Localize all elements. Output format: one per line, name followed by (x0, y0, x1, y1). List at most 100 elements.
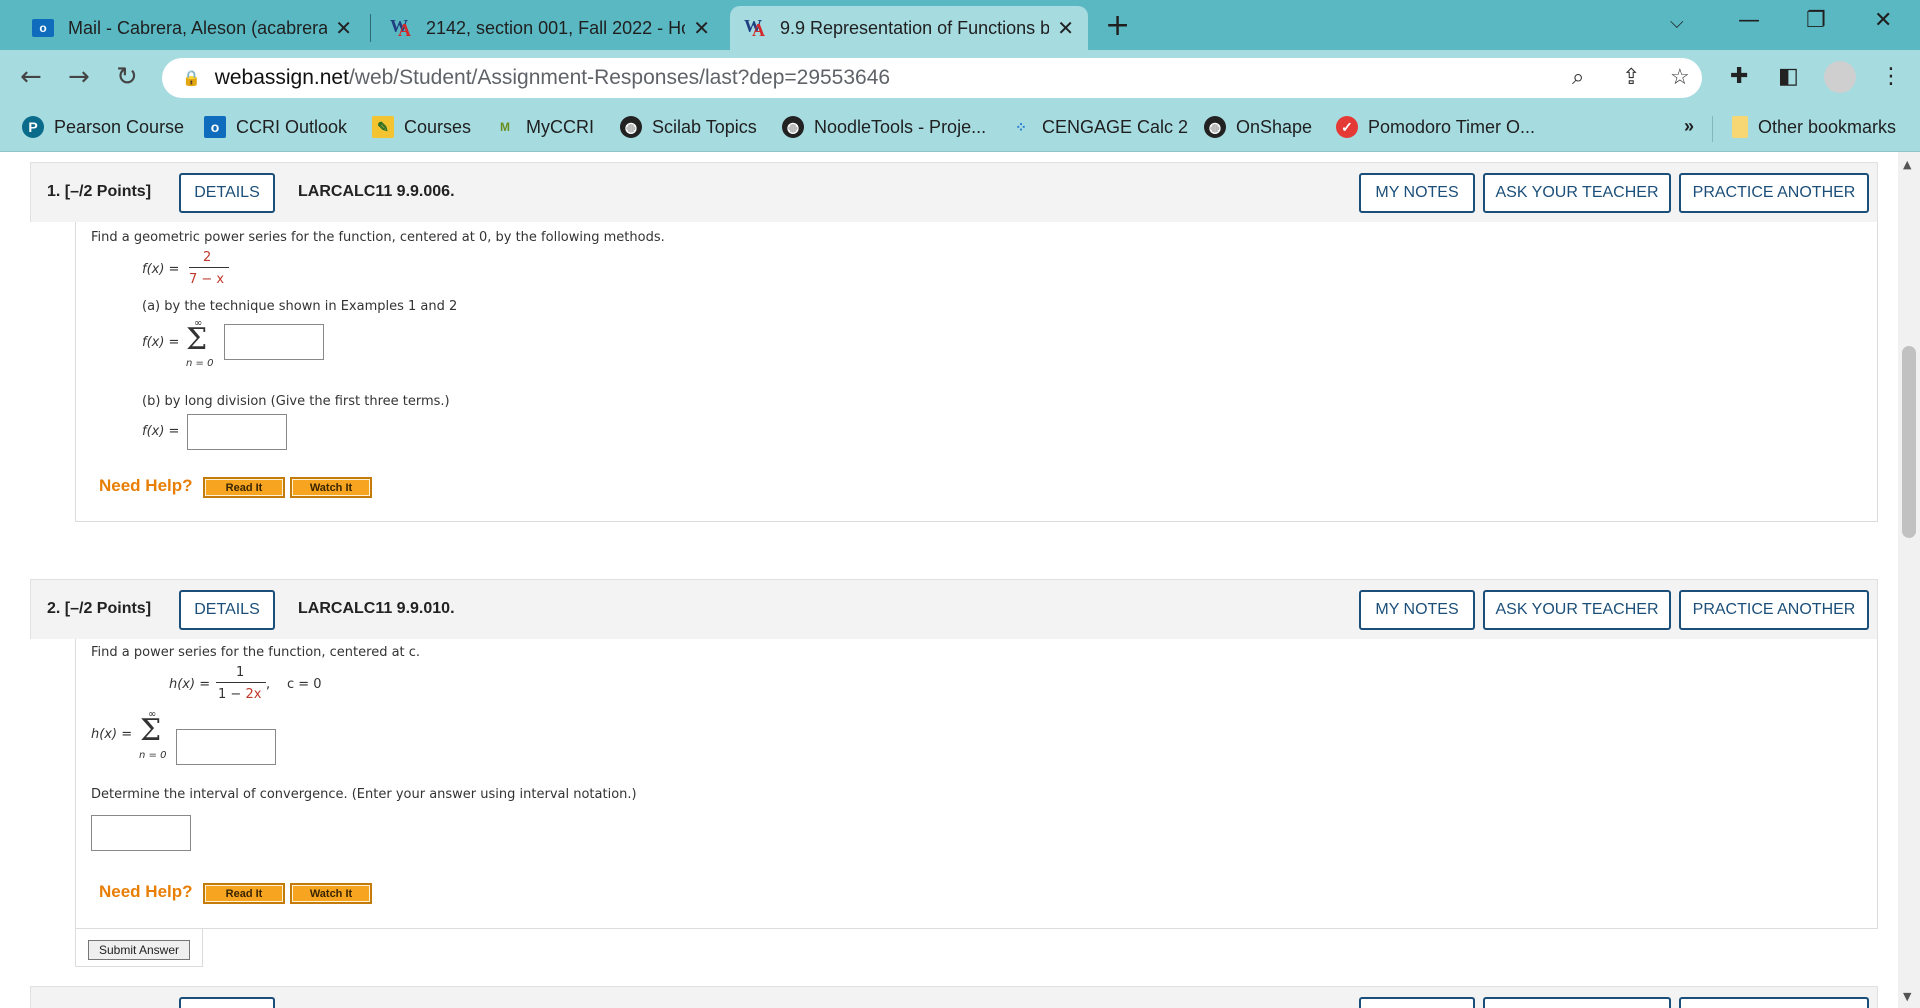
bookmark-cengage[interactable]: ⁘ CENGAGE Calc 2 (1010, 116, 1188, 138)
practice-another-button[interactable]: PRACTICE ANOTHER (1679, 173, 1869, 213)
sigma-symbol: Σ (186, 322, 208, 357)
tab-assignment[interactable]: WA 9.9 Representation of Functions b ✕ (730, 6, 1088, 50)
question-number: 2. [–/2 Points] (47, 600, 152, 617)
back-button[interactable]: ← (20, 62, 42, 92)
globe-icon: ◍ (1204, 116, 1226, 138)
read-it-button[interactable]: Read It (203, 883, 285, 904)
my-notes-button[interactable] (1359, 997, 1475, 1008)
practice-another-button[interactable]: PRACTICE ANOTHER (1679, 590, 1869, 630)
fx-label: f(x) = (142, 335, 180, 350)
ask-teacher-button[interactable]: ASK YOUR TEACHER (1483, 590, 1671, 630)
window-close-button[interactable]: ✕ (1874, 8, 1892, 33)
tab-mail[interactable]: o Mail - Cabrera, Aleson (acabrera ✕ (18, 6, 366, 50)
minimize-button[interactable]: — (1738, 8, 1760, 33)
watch-it-button[interactable]: Watch It (290, 883, 372, 904)
fx-label: f(x) = (142, 424, 180, 439)
fraction-bar (216, 682, 266, 683)
bookmarks-overflow-button[interactable]: » (1684, 116, 1694, 137)
zoom-icon[interactable]: ⌕ (1572, 64, 1584, 90)
details-button[interactable]: DETAILS (179, 173, 275, 213)
forward-button[interactable]: → (68, 62, 90, 92)
other-bookmarks[interactable]: Other bookmarks (1732, 116, 1896, 138)
center-value: c = 0 (287, 677, 322, 692)
my-notes-button[interactable]: MY NOTES (1359, 173, 1475, 213)
lock-icon: 🔒 (182, 70, 201, 87)
fraction-numerator: 2 (203, 250, 212, 265)
address-bar[interactable]: 🔒 webassign.net/web/Student/Assignment-R… (162, 58, 1702, 98)
new-tab-button[interactable]: + (1105, 8, 1130, 43)
tab-title: 9.9 Representation of Functions b (780, 17, 1050, 38)
side-panel-icon[interactable]: ◧ (1778, 64, 1799, 89)
answer-input-interval[interactable] (91, 815, 191, 851)
webassign-icon: WA (390, 16, 411, 40)
question-prompt: Find a power series for the function, ce… (91, 645, 421, 660)
close-icon[interactable]: ✕ (335, 16, 352, 41)
outlook-icon: o (32, 19, 54, 37)
sum-lower-limit: n = 0 (186, 358, 214, 369)
bookmark-pomodoro[interactable]: ✓ Pomodoro Timer O... (1336, 116, 1535, 138)
bookmark-courses[interactable]: ✎ Courses (372, 116, 471, 138)
submit-answer-button[interactable]: Submit Answer (88, 940, 190, 960)
globe-icon: ◍ (620, 116, 642, 138)
close-icon[interactable]: ✕ (1057, 16, 1074, 41)
question-2-body: Find a power series for the function, ce… (75, 639, 1878, 929)
scroll-up-icon[interactable]: ▲ (1903, 158, 1911, 171)
url-path: /web/Student/Assignment-Responses/last?d… (348, 66, 891, 89)
tab-separator (370, 14, 371, 42)
bookmark-onshape[interactable]: ◍ OnShape (1204, 116, 1312, 138)
restore-button[interactable]: ❐ (1806, 8, 1826, 33)
tab-course[interactable]: WA 2142, section 001, Fall 2022 - Ho ✕ (376, 6, 724, 50)
details-button[interactable]: DETAILS (179, 590, 275, 630)
reload-button[interactable]: ↻ (116, 62, 138, 92)
bookmark-pearson[interactable]: P Pearson Course (22, 116, 184, 138)
share-icon[interactable]: ⇪ (1622, 64, 1640, 90)
bookmark-myccri[interactable]: M MyCCRI (494, 116, 594, 138)
profile-avatar[interactable] (1824, 61, 1856, 93)
fraction-denominator: 7 − x (189, 272, 225, 287)
bookmark-label: OnShape (1236, 116, 1313, 137)
watch-it-button[interactable]: Watch It (290, 477, 372, 498)
star-icon[interactable]: ☆ (1670, 64, 1690, 90)
webassign-icon: WA (744, 16, 765, 40)
close-icon[interactable]: ✕ (693, 16, 710, 41)
fraction-denominator: 1 − 2x (218, 687, 262, 702)
part-b-label: (b) by long division (Give the first thr… (142, 394, 450, 409)
pencil-icon: ✎ (372, 116, 394, 138)
tab-strip: o Mail - Cabrera, Aleson (acabrera ✕ WA … (0, 0, 1920, 50)
my-notes-button[interactable]: MY NOTES (1359, 590, 1475, 630)
bookmark-ccri-outlook[interactable]: o CCRI Outlook (204, 116, 347, 138)
question-1-body: Find a geometric power series for the fu… (75, 222, 1878, 522)
fraction-bar (189, 267, 229, 268)
fx-label: f(x) = (142, 262, 180, 277)
fraction-numerator: 1 (236, 665, 245, 680)
scrollbar-thumb[interactable] (1902, 346, 1916, 538)
tab-search-chevron-icon[interactable]: ⌵ (1670, 12, 1684, 33)
answer-input-part-a[interactable] (224, 324, 324, 360)
url-host: webassign.net (214, 66, 349, 89)
bookmarks-divider (1712, 116, 1713, 142)
question-code: LARCALC11 9.9.010. (298, 600, 455, 617)
extensions-icon[interactable]: ✚ (1730, 64, 1748, 89)
bookmark-label: Scilab Topics (652, 116, 757, 137)
bookmark-noodletools[interactable]: ◍ NoodleTools - Proje... (782, 116, 986, 138)
menu-icon[interactable]: ⋮ (1880, 64, 1902, 89)
question-number: 1. [–/2 Points] (47, 183, 152, 200)
vertical-scrollbar[interactable]: ▲ ▼ (1898, 152, 1920, 1008)
details-button[interactable] (179, 997, 275, 1008)
bookmark-label: Pomodoro Timer O... (1368, 116, 1536, 137)
cengage-icon: ⁘ (1015, 118, 1027, 135)
practice-another-button[interactable] (1679, 997, 1869, 1008)
answer-input-part-b[interactable] (187, 414, 287, 450)
tab-title: 2142, section 001, Fall 2022 - Ho (426, 17, 686, 38)
bookmarks-bar: P Pearson Course o CCRI Outlook ✎ Course… (0, 106, 1920, 152)
bookmark-scilab[interactable]: ◍ Scilab Topics (620, 116, 757, 138)
ask-teacher-button[interactable] (1483, 997, 1671, 1008)
read-it-button[interactable]: Read It (203, 477, 285, 498)
comma: , (266, 677, 271, 692)
scroll-down-icon[interactable]: ▼ (1903, 990, 1911, 1003)
tab-title: Mail - Cabrera, Aleson (acabrera (68, 17, 328, 38)
hx-label: h(x) = (169, 677, 211, 692)
need-help-label: Need Help? (99, 476, 193, 495)
ask-teacher-button[interactable]: ASK YOUR TEACHER (1483, 173, 1671, 213)
answer-input-series[interactable] (176, 729, 276, 765)
